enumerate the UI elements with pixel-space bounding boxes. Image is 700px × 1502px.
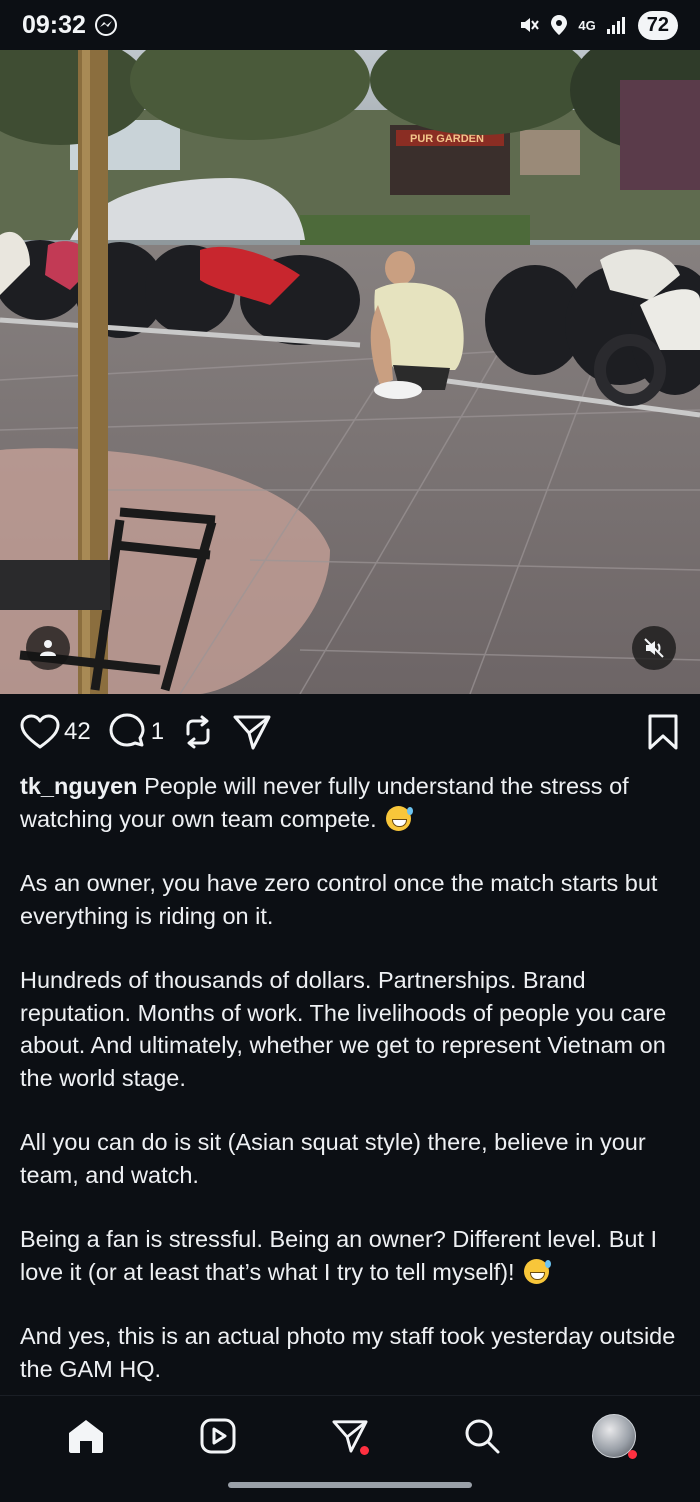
caption-paragraph-1: As an owner, you have zero control once … — [20, 870, 658, 929]
caption-paragraph-5: And yes, this is an actual photo my staf… — [20, 1323, 676, 1382]
mute-toggle-button[interactable] — [632, 626, 676, 670]
caption-paragraph-3: All you can do is sit (Asian squat style… — [20, 1129, 646, 1188]
status-bar: 09:32 4G 72 — [0, 0, 700, 50]
gesture-home-bar[interactable] — [228, 1482, 472, 1488]
muted-icon — [644, 638, 664, 658]
nav-reels[interactable] — [188, 1406, 248, 1466]
bookmark-icon — [648, 714, 678, 750]
comment-button[interactable]: 1 — [107, 713, 164, 751]
reels-icon — [200, 1418, 236, 1454]
user-tag-icon — [40, 640, 56, 656]
like-button[interactable]: 42 — [20, 714, 91, 750]
mute-vibrate-icon — [521, 18, 540, 32]
heart-icon — [20, 714, 60, 749]
caption-paragraph-4-text: Being a fan is stressful. Being an owner… — [20, 1226, 658, 1285]
sweat-smile-emoji-icon — [524, 1258, 552, 1284]
like-count[interactable]: 42 — [64, 718, 91, 746]
home-icon — [69, 1420, 103, 1453]
nav-profile[interactable] — [584, 1406, 644, 1466]
signal-icon — [606, 17, 625, 34]
nav-search[interactable] — [452, 1406, 512, 1466]
caption-paragraph-2: Hundreds of thousands of dollars. Partne… — [20, 967, 667, 1091]
tagged-users-button[interactable] — [26, 626, 70, 670]
clock: 09:32 — [22, 10, 86, 39]
caption-paragraph-4: Being a fan is stressful. Being an owner… — [20, 1223, 680, 1288]
nav-home[interactable] — [56, 1406, 116, 1466]
notification-dot — [360, 1446, 369, 1455]
share-button[interactable] — [232, 713, 272, 751]
battery-level: 72 — [637, 10, 678, 40]
notification-dot — [628, 1450, 637, 1459]
location-icon — [551, 15, 568, 35]
caption-paragraph-0: tk_nguyen People will never fully unders… — [20, 770, 680, 835]
post-actions: 42 1 — [0, 694, 700, 770]
post-username[interactable]: tk_nguyen — [20, 773, 138, 799]
repost-button[interactable] — [180, 714, 216, 750]
comment-icon — [109, 713, 145, 747]
photo-illustration: PUR GARDEN — [0, 50, 700, 694]
search-icon — [465, 1419, 500, 1454]
send-icon — [233, 715, 271, 750]
nav-messages[interactable] — [320, 1406, 380, 1466]
sweat-smile-emoji-icon — [386, 805, 414, 831]
repost-icon — [186, 715, 210, 749]
post-caption: tk_nguyen People will never fully unders… — [20, 770, 680, 1417]
save-button[interactable] — [646, 713, 680, 751]
post-photo[interactable]: PUR GARDEN — [0, 50, 700, 694]
messenger-icon — [94, 14, 117, 36]
network-type: 4G — [578, 17, 596, 33]
comment-count[interactable]: 1 — [151, 718, 164, 746]
